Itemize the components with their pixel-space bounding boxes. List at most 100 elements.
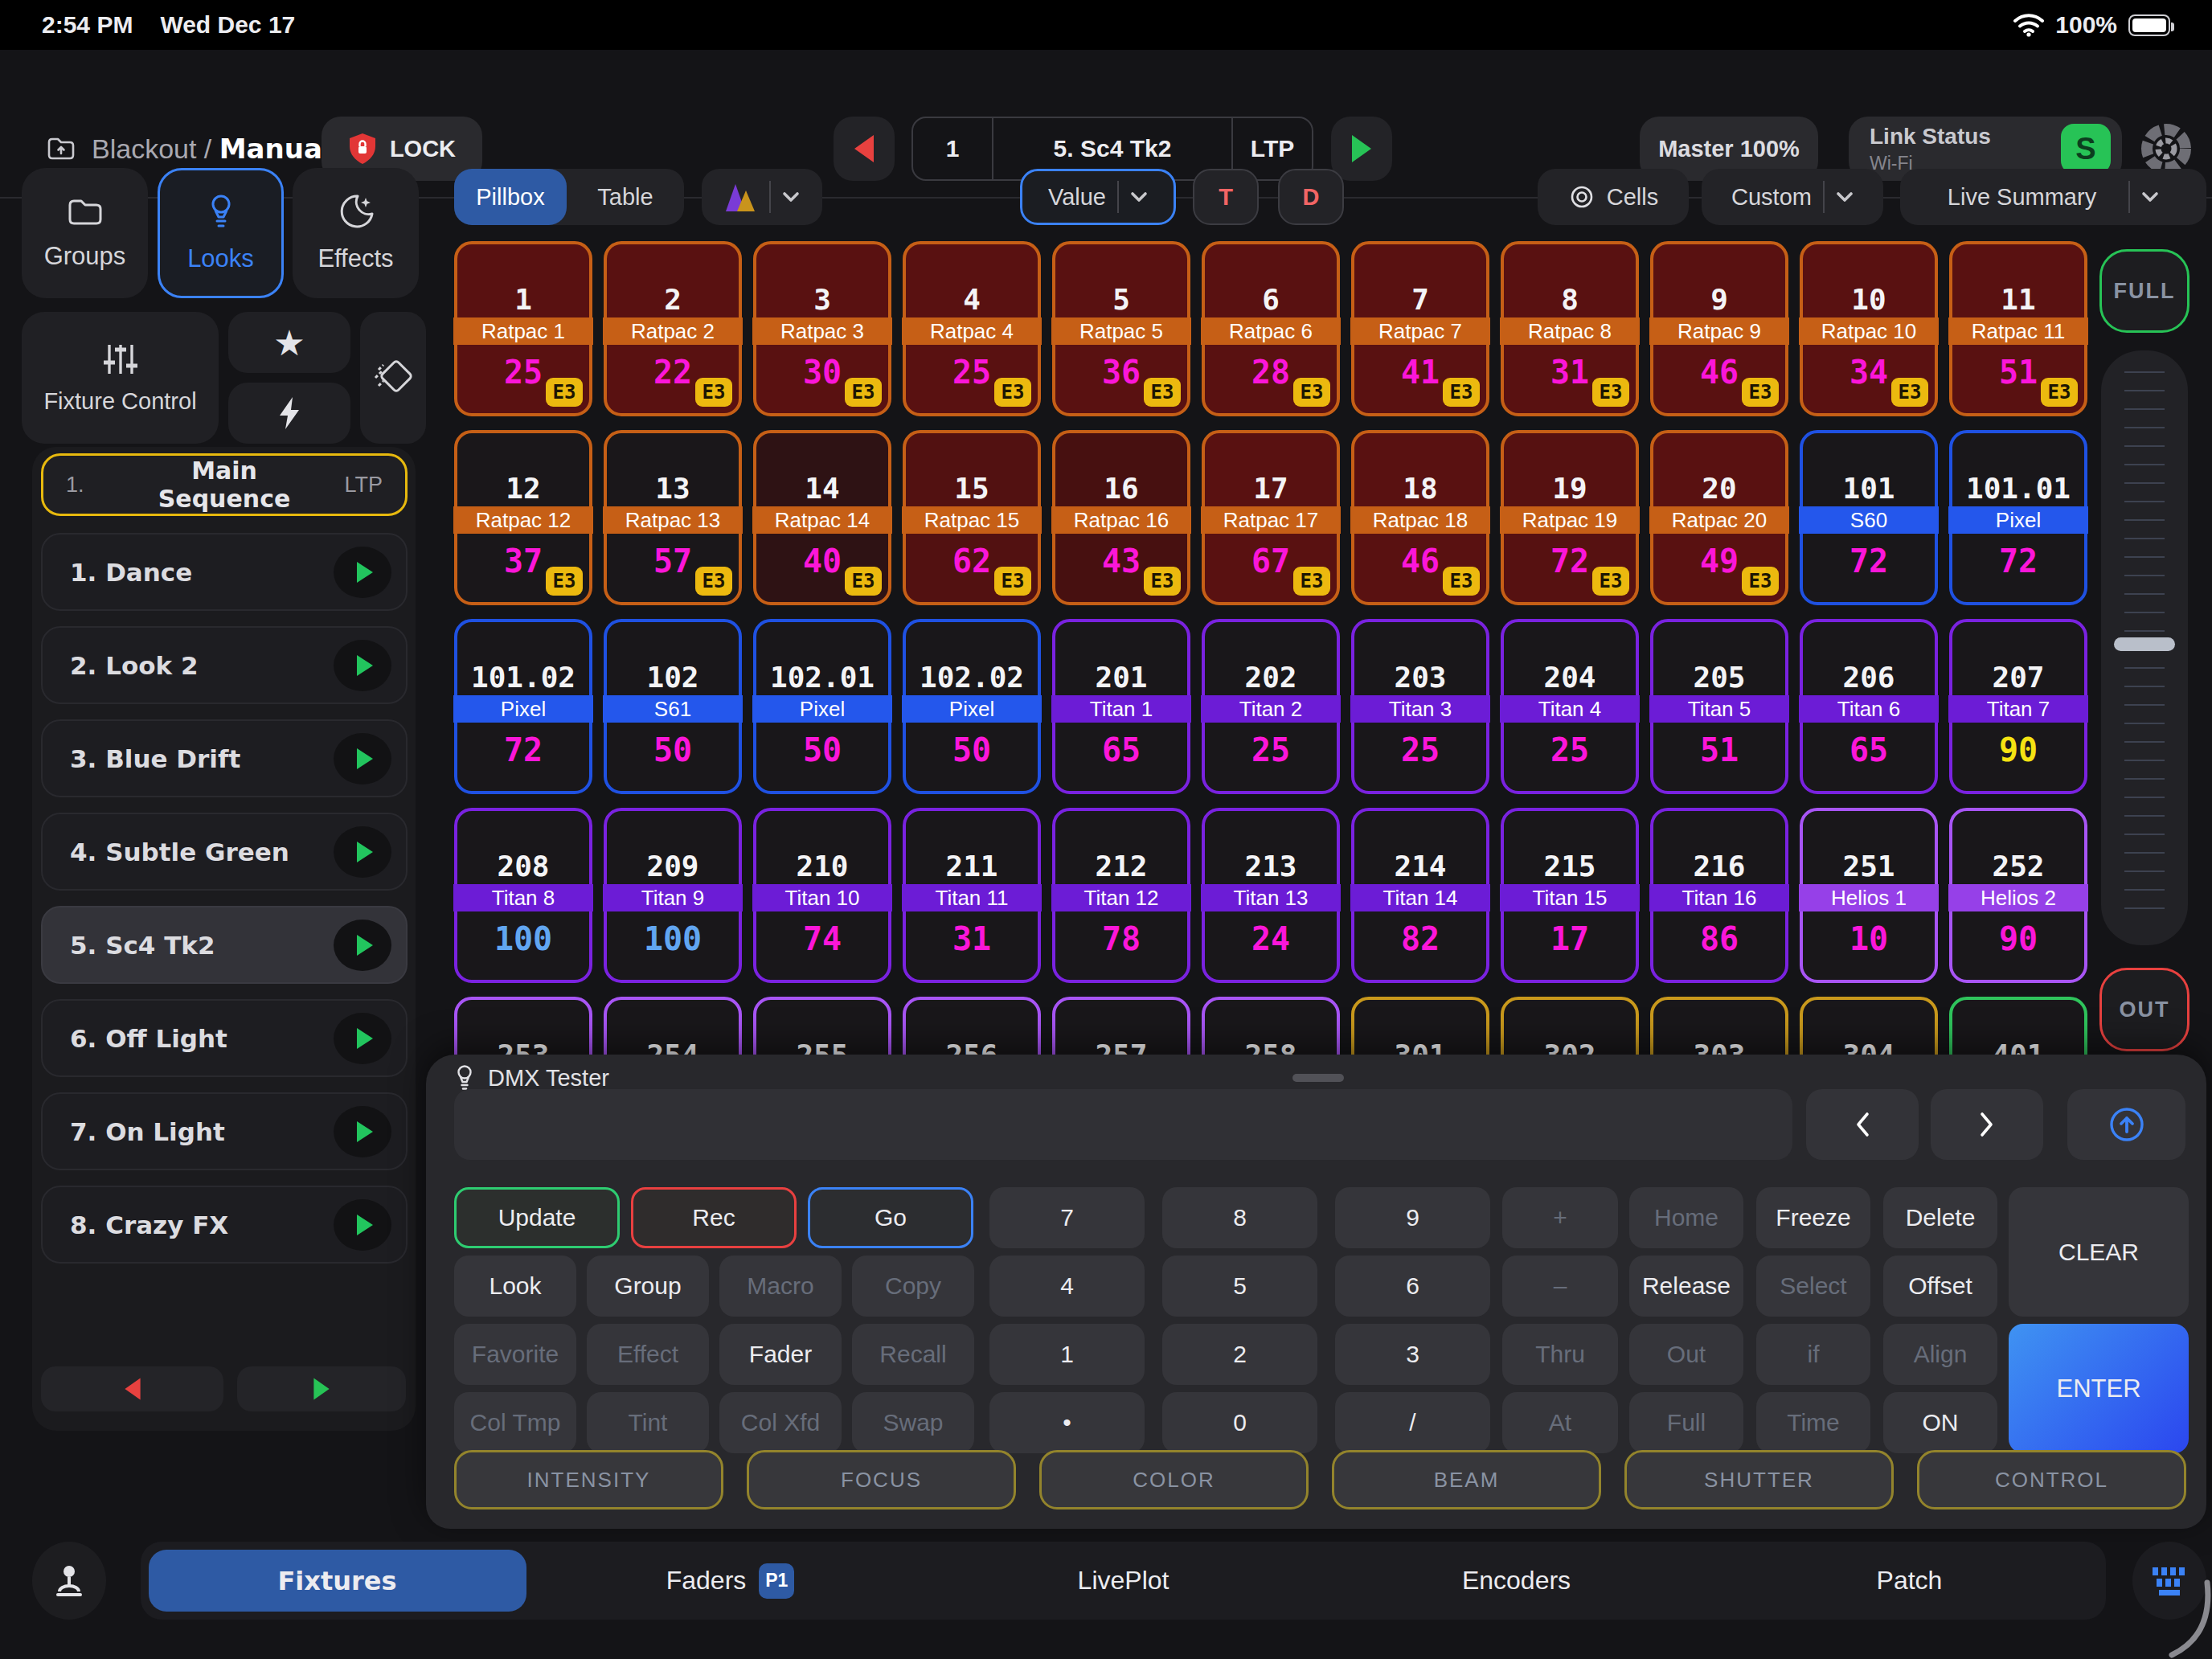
transport-back-button[interactable] [834, 117, 895, 181]
prev-button[interactable] [1806, 1089, 1919, 1160]
play-cue-button[interactable] [334, 1013, 391, 1064]
fixture-cell-211[interactable]: 211Titan 1131 [903, 808, 1041, 983]
live-summary-dropdown[interactable]: Live Summary [1900, 169, 2206, 225]
key-copy[interactable]: Copy [852, 1256, 974, 1317]
key--[interactable]: – [1502, 1256, 1618, 1317]
fixture-cell-101[interactable]: 101S6072 [1800, 430, 1938, 605]
out-button[interactable]: OUT [2099, 968, 2189, 1051]
sequence-item[interactable]: 8. Crazy FX [41, 1186, 408, 1264]
next-button[interactable] [1931, 1089, 2043, 1160]
key-delete[interactable]: Delete [1883, 1187, 1997, 1248]
fixture-cell-5[interactable]: 5Ratpac 536E3 [1052, 241, 1190, 416]
key-on[interactable]: ON [1883, 1392, 1997, 1453]
key-7[interactable]: 7 [989, 1187, 1145, 1248]
nav-faders[interactable]: FadersP1 [534, 1542, 927, 1620]
key-2[interactable]: 2 [1162, 1324, 1317, 1385]
value-dropdown[interactable]: Value [1020, 169, 1176, 225]
key-3[interactable]: 3 [1335, 1324, 1490, 1385]
fixture-cell-7[interactable]: 7Ratpac 741E3 [1351, 241, 1489, 416]
fixture-cell-102.02[interactable]: 102.02Pixel50 [903, 619, 1041, 794]
key-col-tmp[interactable]: Col Tmp [454, 1392, 576, 1453]
key--[interactable]: • [989, 1392, 1145, 1453]
drag-handle[interactable] [1292, 1074, 1344, 1082]
fixture-cell-252[interactable]: 252Helios 290 [1949, 808, 2087, 983]
key-fader[interactable]: Fader [719, 1324, 842, 1385]
fixture-cell-205[interactable]: 205Titan 551 [1650, 619, 1788, 794]
fixture-cell-8[interactable]: 8Ratpac 831E3 [1501, 241, 1639, 416]
d-button[interactable]: D [1278, 169, 1344, 225]
key-9[interactable]: 9 [1335, 1187, 1490, 1248]
key-col-xfd[interactable]: Col Xfd [719, 1392, 842, 1453]
key-freeze[interactable]: Freeze [1756, 1187, 1870, 1248]
fixture-cell-216[interactable]: 216Titan 1686 [1650, 808, 1788, 983]
fixture-control-button[interactable]: Fixture Control [22, 312, 219, 444]
category-intensity[interactable]: INTENSITY [454, 1450, 723, 1509]
sequence-item[interactable]: 4. Subtle Green [41, 813, 408, 891]
fixture-cell-19[interactable]: 19Ratpac 1972E3 [1501, 430, 1639, 605]
play-cue-button[interactable] [334, 920, 391, 971]
fixture-cell-204[interactable]: 204Titan 425 [1501, 619, 1639, 794]
key--[interactable]: + [1502, 1187, 1618, 1248]
nav-patch[interactable]: Patch [1713, 1542, 2106, 1620]
fixture-cell-15[interactable]: 15Ratpac 1562E3 [903, 430, 1041, 605]
key-select[interactable]: Select [1756, 1256, 1870, 1317]
t-button[interactable]: T [1193, 169, 1259, 225]
key-release[interactable]: Release [1629, 1256, 1743, 1317]
fixture-cell-215[interactable]: 215Titan 1517 [1501, 808, 1639, 983]
fixture-cell-210[interactable]: 210Titan 1074 [753, 808, 891, 983]
fixture-cell-18[interactable]: 18Ratpac 1846E3 [1351, 430, 1489, 605]
fixture-cell-209[interactable]: 209Titan 9100 [604, 808, 742, 983]
play-cue-button[interactable] [334, 826, 391, 878]
play-cue-button[interactable] [334, 1199, 391, 1251]
quick-actions-button[interactable] [228, 383, 350, 444]
key-5[interactable]: 5 [1162, 1256, 1317, 1317]
fixture-cell-102.01[interactable]: 102.01Pixel50 [753, 619, 891, 794]
fixture-type-filter[interactable] [702, 169, 822, 225]
key-at[interactable]: At [1502, 1392, 1618, 1453]
fixture-cell-101.02[interactable]: 101.02Pixel72 [454, 619, 592, 794]
view-toggle[interactable]: Pillbox Table [454, 169, 684, 225]
fixture-cell-101.01[interactable]: 101.01Pixel72 [1949, 430, 2087, 605]
key-update[interactable]: Update [454, 1187, 620, 1248]
fixture-cell-11[interactable]: 11Ratpac 1151E3 [1949, 241, 2087, 416]
view-table-tab[interactable]: Table [567, 184, 684, 211]
key-favorite[interactable]: Favorite [454, 1324, 576, 1385]
key-effect[interactable]: Effect [587, 1324, 709, 1385]
key-8[interactable]: 8 [1162, 1187, 1317, 1248]
sequence-item[interactable]: 7. On Light [41, 1092, 408, 1170]
command-input[interactable] [454, 1089, 1792, 1160]
fixture-cell-17[interactable]: 17Ratpac 1767E3 [1202, 430, 1340, 605]
sidebar-tab-groups[interactable]: Groups [22, 168, 148, 298]
fixture-cell-251[interactable]: 251Helios 110 [1800, 808, 1938, 983]
view-pillbox-tab[interactable]: Pillbox [454, 169, 567, 225]
key-4[interactable]: 4 [989, 1256, 1145, 1317]
key-home[interactable]: Home [1629, 1187, 1743, 1248]
fixture-cell-10[interactable]: 10Ratpac 1034E3 [1800, 241, 1938, 416]
sequence-forward-button[interactable] [237, 1366, 406, 1411]
key-6[interactable]: 6 [1335, 1256, 1490, 1317]
key--[interactable]: / [1335, 1392, 1490, 1453]
key-tint[interactable]: Tint [587, 1392, 709, 1453]
nav-encoders[interactable]: Encoders [1320, 1542, 1713, 1620]
fixture-cell-212[interactable]: 212Titan 1278 [1052, 808, 1190, 983]
sequence-item[interactable]: 5. Sc4 Tk2 [41, 906, 408, 984]
sequence-header[interactable]: 1. Main Sequence LTP [41, 453, 408, 516]
nav-liveplot[interactable]: LivePlot [927, 1542, 1320, 1620]
key-1[interactable]: 1 [989, 1324, 1145, 1385]
key-macro[interactable]: Macro [719, 1256, 842, 1317]
sequence-item[interactable]: 1. Dance [41, 533, 408, 611]
fixture-cell-213[interactable]: 213Titan 1324 [1202, 808, 1340, 983]
favorites-button[interactable]: ★ [228, 312, 350, 373]
key-clear[interactable]: CLEAR [2009, 1187, 2189, 1317]
layers-button[interactable] [360, 312, 426, 444]
play-cue-button[interactable] [334, 1106, 391, 1157]
custom-dropdown[interactable]: Custom [1702, 169, 1883, 225]
sequence-item[interactable]: 6. Off Light [41, 999, 408, 1077]
category-beam[interactable]: BEAM [1332, 1450, 1601, 1509]
fixture-cell-20[interactable]: 20Ratpac 2049E3 [1650, 430, 1788, 605]
sequence-item[interactable]: 2. Look 2 [41, 626, 408, 704]
fixture-cell-16[interactable]: 16Ratpac 1643E3 [1052, 430, 1190, 605]
fixture-cell-202[interactable]: 202Titan 225 [1202, 619, 1340, 794]
transport-go-button[interactable] [1331, 117, 1392, 181]
sequence-back-button[interactable] [41, 1366, 223, 1411]
